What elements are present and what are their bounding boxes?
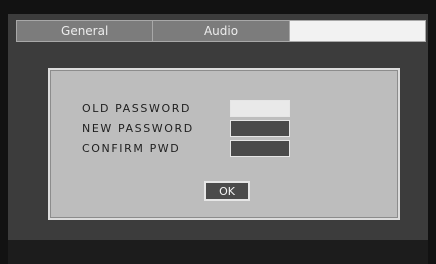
old-password-label: OLD PASSWORD xyxy=(82,102,192,115)
tab-selected[interactable] xyxy=(289,21,425,41)
tab-audio-label: Audio xyxy=(203,24,239,38)
confirm-password-field[interactable] xyxy=(230,140,290,157)
tab-general-label: General xyxy=(61,24,109,38)
old-password-field[interactable] xyxy=(230,100,290,117)
new-password-field[interactable] xyxy=(230,120,290,137)
bottom-strip xyxy=(8,240,428,264)
ok-button-label: OK xyxy=(219,184,235,198)
tab-bar: General Audio xyxy=(16,20,426,42)
new-password-label: NEW PASSWORD xyxy=(82,122,194,135)
ok-button[interactable]: OK xyxy=(204,181,250,201)
tab-general[interactable]: General xyxy=(17,21,154,41)
password-dialog: OLD PASSWORD NEW PASSWORD CONFIRM PWD OK xyxy=(48,68,400,220)
osd-screen: General Audio OLD PASSWORD NEW PASSWORD … xyxy=(0,0,436,264)
confirm-password-label: CONFIRM PWD xyxy=(82,142,181,155)
tab-audio[interactable]: Audio xyxy=(153,21,290,41)
